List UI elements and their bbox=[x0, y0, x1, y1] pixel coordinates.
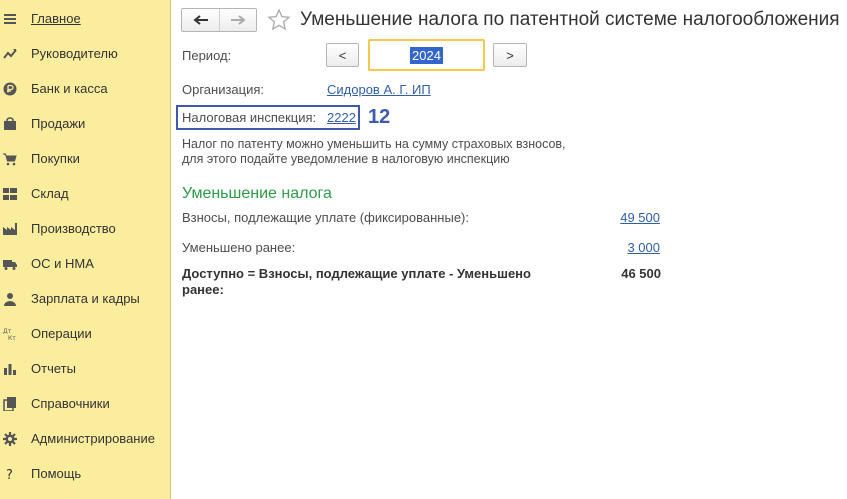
sidebar-item-operations[interactable]: Дт Кт Операции bbox=[0, 316, 170, 351]
arrow-left-icon bbox=[192, 15, 208, 25]
menu-lines-icon bbox=[3, 12, 17, 26]
organization-link[interactable]: Сидоров А. Г. ИП bbox=[327, 82, 431, 97]
sidebar: Главное Руководителю Банк и касса Продаж… bbox=[0, 0, 171, 499]
period-next-button[interactable]: > bbox=[493, 43, 527, 67]
forward-button[interactable] bbox=[219, 9, 256, 31]
sidebar-item-label: Зарплата и кадры bbox=[31, 291, 140, 306]
sidebar-item-label: Склад bbox=[31, 186, 69, 201]
debit-credit-icon: Дт Кт bbox=[3, 327, 17, 341]
svg-text:?: ? bbox=[6, 468, 13, 481]
svg-text:Кт: Кт bbox=[8, 335, 16, 341]
sidebar-item-production[interactable]: Производство bbox=[0, 211, 170, 246]
person-icon bbox=[3, 292, 17, 306]
period-year-value: 2024 bbox=[410, 46, 443, 64]
patent-note: Налог по патенту можно уменьшить на сумм… bbox=[182, 137, 566, 167]
sidebar-item-bank[interactable]: Банк и касса bbox=[0, 71, 170, 106]
question-icon: ? bbox=[3, 467, 17, 481]
bar-chart-icon bbox=[3, 362, 17, 376]
reduction-section-title: Уменьшение налога bbox=[182, 185, 332, 202]
shopping-bag-icon bbox=[3, 116, 17, 131]
sidebar-item-label: Отчеты bbox=[31, 361, 76, 376]
factory-icon bbox=[3, 222, 17, 236]
sidebar-item-manager[interactable]: Руководителю bbox=[0, 36, 170, 71]
sidebar-item-purchases[interactable]: Покупки bbox=[0, 141, 170, 176]
arrow-right-icon bbox=[231, 15, 246, 25]
gear-icon bbox=[3, 431, 17, 446]
sidebar-item-warehouse[interactable]: Склад bbox=[0, 176, 170, 211]
period-prev-button[interactable]: < bbox=[326, 43, 359, 67]
ruble-coin-icon bbox=[3, 82, 17, 96]
sidebar-item-label: Главное bbox=[31, 11, 81, 26]
sidebar-item-label: Руководителю bbox=[31, 46, 118, 61]
sidebar-item-salary[interactable]: Зарплата и кадры bbox=[0, 281, 170, 316]
annotation-number: 12 bbox=[368, 106, 391, 128]
main-content: Уменьшение налога по патентной системе н… bbox=[171, 0, 847, 499]
period-label: Период: bbox=[182, 48, 232, 63]
warehouse-grid-icon bbox=[3, 187, 17, 201]
sidebar-item-reports[interactable]: Отчеты bbox=[0, 351, 170, 386]
history-nav bbox=[181, 8, 257, 32]
sidebar-item-label: Помощь bbox=[31, 466, 82, 481]
sidebar-item-label: Операции bbox=[31, 326, 92, 341]
svg-text:Дт: Дт bbox=[3, 328, 12, 335]
available-label-line: Доступно = Взносы, подлежащие уплате - У… bbox=[182, 266, 531, 281]
shopping-cart-icon bbox=[3, 152, 17, 166]
sidebar-item-help[interactable]: ? Помощь bbox=[0, 456, 170, 491]
sidebar-item-sales[interactable]: Продажи bbox=[0, 106, 170, 141]
reduced-value-link[interactable]: 3 000 bbox=[627, 240, 660, 255]
reduced-label: Уменьшено ранее: bbox=[182, 240, 296, 255]
sidebar-item-label: Администрирование bbox=[31, 431, 155, 446]
sidebar-item-label: Продажи bbox=[31, 116, 86, 131]
sidebar-item-assets[interactable]: ОС и НМА bbox=[0, 246, 170, 281]
available-label-line: ранее: bbox=[182, 282, 224, 297]
sidebar-item-references[interactable]: Справочники bbox=[0, 386, 170, 421]
patent-note-line: для этого подайте уведомление в налогову… bbox=[182, 152, 510, 166]
star-icon[interactable] bbox=[267, 8, 291, 32]
period-year-field[interactable]: 2024 bbox=[368, 39, 485, 71]
back-button[interactable] bbox=[182, 9, 219, 31]
sidebar-item-label: Банк и касса bbox=[31, 81, 108, 96]
patent-note-line: Налог по патенту можно уменьшить на сумм… bbox=[182, 137, 566, 151]
sidebar-item-label: Справочники bbox=[31, 396, 110, 411]
trend-chart-icon bbox=[3, 47, 17, 61]
truck-icon bbox=[3, 257, 17, 271]
available-value: 46 500 bbox=[621, 266, 661, 281]
sidebar-item-label: ОС и НМА bbox=[31, 256, 94, 271]
contributions-value-link[interactable]: 49 500 bbox=[620, 210, 660, 225]
books-icon bbox=[3, 396, 17, 411]
page-title: Уменьшение налога по патентной системе н… bbox=[300, 9, 840, 30]
sidebar-item-main[interactable]: Главное bbox=[0, 1, 170, 36]
available-label: Доступно = Взносы, подлежащие уплате - У… bbox=[182, 266, 531, 298]
contributions-label: Взносы, подлежащие уплате (фиксированные… bbox=[182, 210, 469, 225]
sidebar-item-label: Покупки bbox=[31, 151, 80, 166]
organization-label: Организация: bbox=[182, 82, 265, 97]
sidebar-item-admin[interactable]: Администрирование bbox=[0, 421, 170, 456]
inspection-label: Налоговая инспекция: bbox=[182, 110, 317, 125]
sidebar-item-label: Производство bbox=[31, 221, 116, 236]
inspection-link[interactable]: 2222 bbox=[327, 110, 356, 125]
